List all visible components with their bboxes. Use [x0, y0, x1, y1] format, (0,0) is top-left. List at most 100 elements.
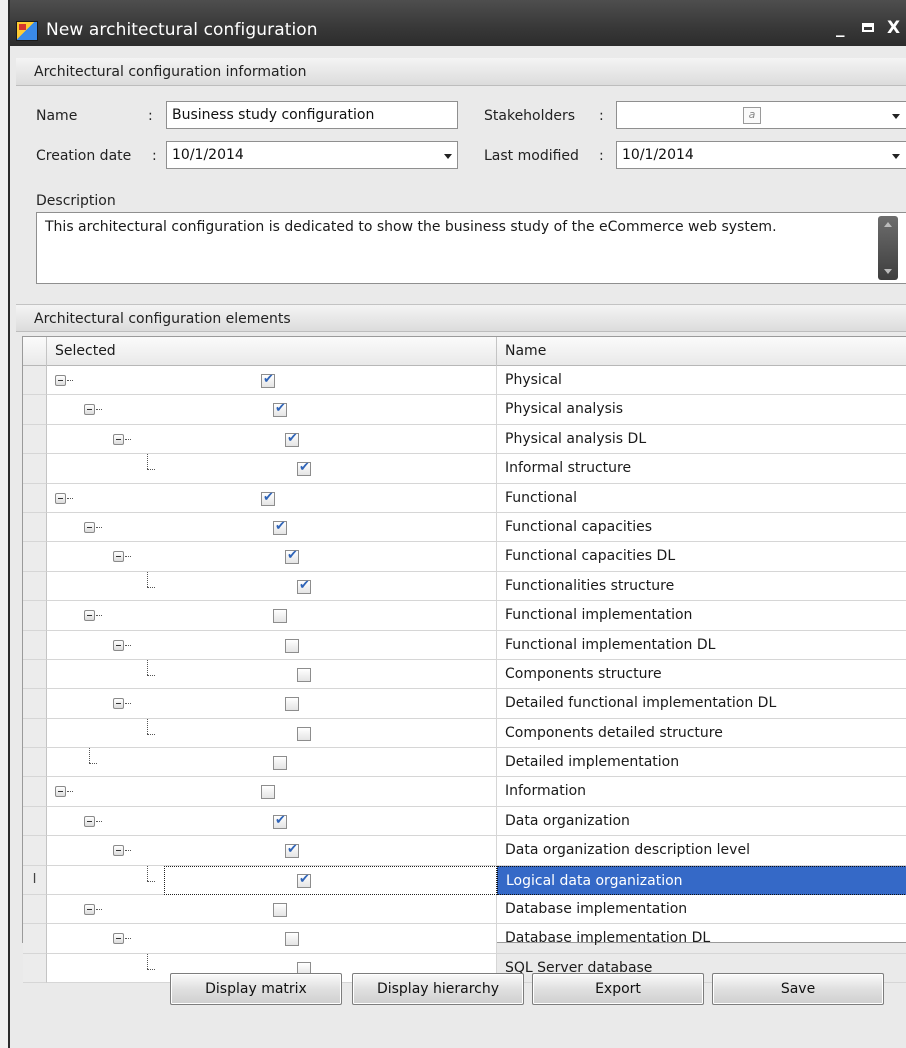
row-selector[interactable]: [23, 924, 47, 954]
collapse-toggle-icon[interactable]: [84, 610, 95, 622]
minimize-button[interactable]: _: [836, 18, 845, 38]
element-name-cell[interactable]: Components structure: [497, 660, 906, 690]
collapse-toggle-icon[interactable]: [113, 551, 124, 563]
save-button[interactable]: Save: [712, 973, 884, 1005]
selected-checkbox[interactable]: [285, 932, 299, 947]
selected-cell[interactable]: [135, 924, 497, 954]
collapse-toggle-icon[interactable]: [84, 404, 95, 416]
row-selector[interactable]: [23, 836, 47, 866]
element-name-cell[interactable]: Functional capacities DL: [497, 542, 906, 572]
table-row[interactable]: Physical analysis: [23, 395, 906, 425]
collapse-toggle-icon[interactable]: [113, 845, 124, 857]
selected-cell[interactable]: [77, 483, 497, 513]
row-selector[interactable]: [23, 571, 47, 602]
selected-checkbox[interactable]: [273, 401, 287, 418]
row-selector[interactable]: [23, 630, 47, 660]
selected-checkbox[interactable]: [285, 548, 299, 565]
collapse-toggle-icon[interactable]: [84, 815, 95, 827]
selected-cell[interactable]: [164, 454, 497, 484]
selected-checkbox[interactable]: [261, 372, 275, 388]
row-selector[interactable]: [23, 895, 47, 925]
selected-checkbox[interactable]: [273, 813, 287, 829]
column-header-name[interactable]: Name: [497, 337, 906, 366]
selected-checkbox[interactable]: [297, 872, 311, 888]
selected-cell[interactable]: [135, 630, 497, 660]
selected-checkbox[interactable]: [261, 785, 275, 800]
selected-cell[interactable]: [164, 865, 497, 896]
creation-date-arrow-icon[interactable]: [444, 154, 452, 159]
row-selector[interactable]: [23, 542, 47, 572]
display-hierarchy-button[interactable]: Display hierarchy: [352, 973, 524, 1005]
description-textarea[interactable]: This architectural configuration is dedi…: [36, 212, 906, 284]
display-matrix-button[interactable]: Display matrix: [170, 973, 342, 1005]
last-modified-arrow-icon[interactable]: [892, 154, 900, 159]
table-row[interactable]: Physical analysis DL: [23, 424, 906, 455]
table-row[interactable]: Functional implementation DL: [23, 630, 906, 660]
last-modified-picker[interactable]: 10/1/2014: [616, 141, 906, 169]
selected-cell[interactable]: [106, 512, 497, 543]
collapse-toggle-icon[interactable]: [84, 521, 95, 533]
stakeholders-dropdown[interactable]: [616, 101, 906, 129]
selected-checkbox[interactable]: [273, 609, 287, 624]
element-name-cell[interactable]: Functional implementation: [497, 601, 906, 631]
table-row[interactable]: Functional: [23, 483, 906, 513]
table-row[interactable]: Functional implementation: [23, 601, 906, 631]
selected-cell[interactable]: [106, 895, 497, 925]
maximize-button[interactable]: [862, 23, 874, 32]
row-selector[interactable]: [23, 748, 47, 778]
selected-cell[interactable]: [106, 395, 497, 425]
element-name-cell[interactable]: Physical: [497, 366, 906, 396]
row-selector[interactable]: I: [23, 865, 47, 896]
selected-checkbox[interactable]: [285, 842, 299, 859]
table-row[interactable]: Functional capacities DL: [23, 542, 906, 572]
collapse-toggle-icon[interactable]: [113, 698, 124, 710]
selected-checkbox[interactable]: [273, 903, 287, 918]
element-name-cell[interactable]: Physical analysis: [497, 395, 906, 425]
table-row[interactable]: I Logical data organization: [23, 865, 906, 896]
table-row[interactable]: Information: [23, 777, 906, 807]
table-row[interactable]: Functional capacities: [23, 512, 906, 543]
element-name-cell[interactable]: Detailed implementation: [497, 748, 906, 778]
selected-checkbox[interactable]: [297, 460, 311, 477]
selected-checkbox[interactable]: [285, 697, 299, 712]
selected-checkbox[interactable]: [297, 578, 311, 594]
selected-checkbox[interactable]: [261, 490, 275, 506]
row-selector[interactable]: [23, 454, 47, 484]
row-selector[interactable]: [23, 483, 47, 513]
row-selector[interactable]: [23, 718, 47, 749]
row-selector[interactable]: [23, 777, 47, 807]
row-selector[interactable]: [23, 424, 47, 455]
collapse-toggle-icon[interactable]: [55, 786, 66, 798]
element-name-cell[interactable]: Database implementation: [497, 895, 906, 925]
export-button[interactable]: Export: [532, 973, 704, 1005]
element-name-cell[interactable]: Functionalities structure: [497, 572, 906, 602]
title-bar[interactable]: New architectural configuration _ X: [10, 0, 906, 46]
table-row[interactable]: Components structure: [23, 659, 906, 690]
table-row[interactable]: Functionalities structure: [23, 571, 906, 602]
selected-checkbox[interactable]: [297, 726, 311, 741]
element-name-cell[interactable]: Database implementation DL: [497, 924, 906, 954]
collapse-toggle-icon[interactable]: [113, 933, 124, 945]
row-selector[interactable]: [23, 953, 47, 984]
collapse-toggle-icon[interactable]: [55, 492, 66, 504]
table-row[interactable]: Database implementation DL: [23, 924, 906, 954]
table-row[interactable]: Data organization description level: [23, 836, 906, 866]
row-selector[interactable]: [23, 806, 47, 837]
selected-cell[interactable]: [135, 424, 497, 455]
selected-checkbox[interactable]: [273, 519, 287, 535]
row-selector[interactable]: [23, 601, 47, 631]
element-name-cell[interactable]: Functional capacities: [497, 513, 906, 543]
collapse-toggle-icon[interactable]: [113, 639, 124, 651]
table-row[interactable]: Informal structure: [23, 454, 906, 484]
element-name-cell[interactable]: Functional: [497, 484, 906, 513]
element-name-cell[interactable]: Data organization: [497, 807, 906, 837]
selected-cell[interactable]: [106, 748, 497, 778]
name-field[interactable]: Business study configuration: [166, 101, 458, 129]
collapse-toggle-icon[interactable]: [55, 375, 66, 386]
element-name-cell[interactable]: Components detailed structure: [497, 719, 906, 749]
selected-cell[interactable]: [135, 542, 497, 572]
selected-cell[interactable]: [164, 571, 497, 602]
element-name-cell[interactable]: Physical analysis DL: [497, 425, 906, 455]
row-selector[interactable]: [23, 659, 47, 690]
selected-cell[interactable]: [106, 601, 497, 631]
